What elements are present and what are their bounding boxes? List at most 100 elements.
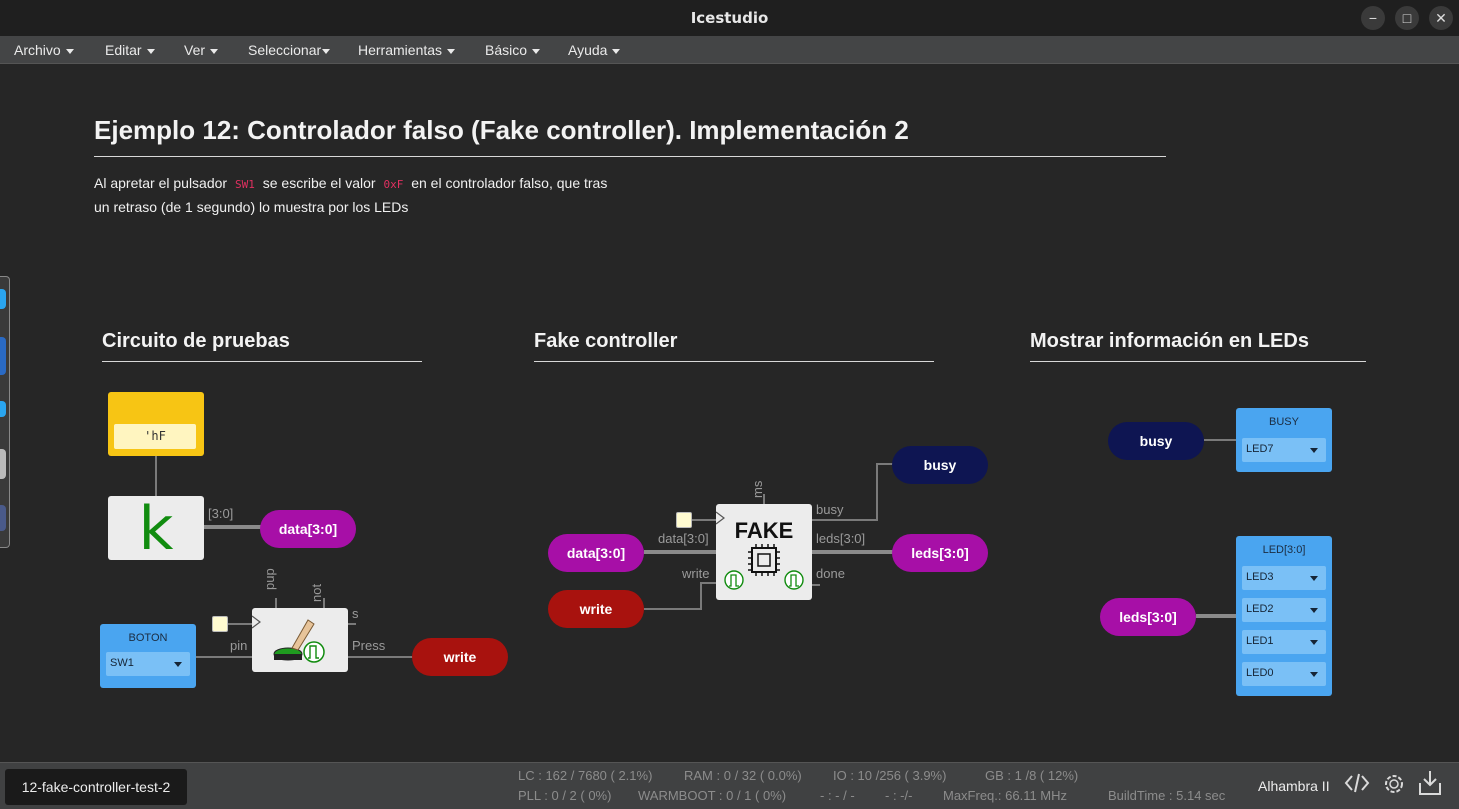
section-title-test: Circuito de pruebas — [102, 330, 290, 352]
constant-k-block[interactable]: k — [108, 494, 204, 564]
bus-width-label: [3:0] — [208, 506, 234, 521]
led0-value: LED0 — [1246, 667, 1274, 679]
busy-led-header: BUSY — [1269, 416, 1299, 428]
wire — [1204, 439, 1236, 441]
caret-down-icon — [612, 48, 621, 54]
data-input-label[interactable]: data[3:0] — [548, 534, 644, 572]
port-leds: leds[3:0] — [816, 531, 866, 546]
desc-text-3: en el controlador falso, que tras — [411, 175, 608, 191]
desc-text-4: un retraso (de 1 segundo) lo muestra por… — [94, 199, 409, 215]
busy-led-value: LED7 — [1246, 443, 1274, 455]
stat-io: IO : 10 /256 ( 3.9%) — [833, 768, 947, 783]
data-output-label[interactable]: data[3:0] — [260, 510, 356, 548]
caret-down-icon — [65, 48, 74, 54]
bus-wire — [812, 550, 894, 554]
stat-ram: RAM : 0 / 32 ( 0.0%) — [684, 768, 802, 783]
busy-led-select[interactable]: LED7 — [1242, 438, 1326, 462]
chevron-down-icon — [1310, 672, 1318, 677]
clock-input[interactable] — [212, 616, 228, 632]
busy-input-label[interactable]: busy — [1108, 422, 1204, 460]
maximize-button[interactable]: □ — [1395, 6, 1419, 30]
stat-dash-2: - : -/- — [885, 788, 913, 803]
chevron-down-icon — [1310, 576, 1318, 581]
fake-controller-block[interactable]: FAKE — [716, 504, 812, 600]
menu-seleccionar[interactable]: Seleccionar — [248, 42, 331, 58]
led3-select[interactable]: LED3 — [1242, 566, 1326, 590]
chevron-down-icon — [1310, 608, 1318, 613]
busy-led-block[interactable]: BUSY LED7 — [1236, 408, 1332, 472]
bus-wire — [1196, 614, 1236, 618]
constant-value-field[interactable]: 'hF — [114, 424, 196, 449]
desc-text-1: Al apretar el pulsador — [94, 175, 228, 191]
menu-herramientas[interactable]: Herramientas — [358, 42, 456, 58]
stat-maxfreq: MaxFreq.: 66.11 MHz — [943, 788, 1068, 803]
code-icon[interactable] — [1344, 771, 1370, 801]
pin-select-value: SW1 — [110, 657, 134, 669]
wire — [644, 608, 700, 610]
clock-input[interactable] — [676, 512, 692, 528]
led2-select[interactable]: LED2 — [1242, 598, 1326, 622]
leds-output-header: LED[3:0] — [1262, 544, 1306, 556]
button-input-block[interactable]: BOTON SW1 — [100, 624, 196, 688]
bus-wire — [644, 550, 716, 554]
wire — [348, 656, 414, 658]
upload-icon[interactable] — [1418, 769, 1442, 803]
stat-buildtime: BuildTime : 5.14 sec — [1108, 788, 1226, 803]
constant-block[interactable]: 'hF — [108, 392, 204, 456]
wire — [700, 582, 716, 584]
wire — [700, 582, 702, 610]
desc-text-2: se escribe el valor — [262, 175, 376, 191]
port-pin: pin — [230, 638, 248, 653]
menu-editar[interactable]: Editar — [105, 42, 155, 58]
menu-ayuda[interactable]: Ayuda — [568, 42, 621, 58]
led3-value: LED3 — [1246, 571, 1274, 583]
chevron-down-icon — [1310, 640, 1318, 645]
menu-basico[interactable]: Básico — [485, 42, 541, 58]
section-divider-fake — [534, 361, 934, 362]
wire — [348, 623, 356, 625]
port-press: Press — [352, 638, 386, 653]
leds-output-label[interactable]: leds[3:0] — [892, 534, 988, 572]
menu-ver[interactable]: Ver — [184, 42, 219, 58]
pin-select[interactable]: SW1 — [106, 652, 190, 676]
write-output-label[interactable]: write — [412, 638, 508, 676]
code-sw1: SW1 — [234, 178, 255, 191]
stat-dash-1: - : - / - — [820, 788, 855, 803]
minimize-button[interactable]: − — [1361, 6, 1385, 30]
button-input-header: BOTON — [128, 632, 168, 644]
port-not: not — [309, 583, 324, 602]
description: Al apretar el pulsador SW1 se escribe el… — [94, 172, 654, 218]
file-tab[interactable]: 12-fake-controller-test-2 — [5, 769, 187, 805]
button-block[interactable] — [251, 608, 348, 672]
stat-lc: LC : 162 / 7680 ( 2.1%) — [518, 768, 653, 783]
menu-archivo-label: Archivo — [14, 42, 61, 58]
caret-down-icon — [532, 48, 541, 54]
leds-output-block[interactable]: LED[3:0] LED3 LED2 LED1 LED0 — [1236, 536, 1332, 696]
menu-archivo[interactable]: Archivo — [14, 42, 74, 58]
wire — [155, 456, 157, 496]
board-selector[interactable]: Alhambra II — [1258, 778, 1330, 794]
busy-output-label[interactable]: busy — [892, 446, 988, 484]
close-button[interactable]: ✕ — [1429, 6, 1453, 30]
led1-value: LED1 — [1246, 635, 1274, 647]
menu-ver-label: Ver — [184, 42, 206, 58]
menu-seleccionar-label: Seleccionar — [248, 42, 322, 58]
menu-bar: Archivo Editar Ver Seleccionar Herramien… — [0, 36, 1459, 64]
gear-code-icon[interactable] — [1381, 771, 1407, 803]
caret-down-icon — [447, 48, 456, 54]
led0-select[interactable]: LED0 — [1242, 662, 1326, 686]
led1-select[interactable]: LED1 — [1242, 630, 1326, 654]
port-busy: busy — [816, 502, 844, 517]
menu-basico-label: Básico — [485, 42, 528, 58]
pushbutton-icon — [251, 615, 325, 663]
code-0xf: 0xF — [383, 178, 404, 191]
stat-pll: PLL : 0 / 2 ( 0%) — [518, 788, 612, 803]
leds-input-label[interactable]: leds[3:0] — [1100, 598, 1196, 636]
write-input-label[interactable]: write — [548, 590, 644, 628]
port-s: s — [352, 606, 359, 621]
design-canvas[interactable]: Ejemplo 12: Controlador falso (Fake cont… — [0, 64, 1459, 762]
chevron-down-icon — [174, 662, 182, 667]
wire — [763, 494, 765, 504]
window-title: Icestudio — [690, 9, 769, 27]
section-divider-leds — [1030, 361, 1366, 362]
